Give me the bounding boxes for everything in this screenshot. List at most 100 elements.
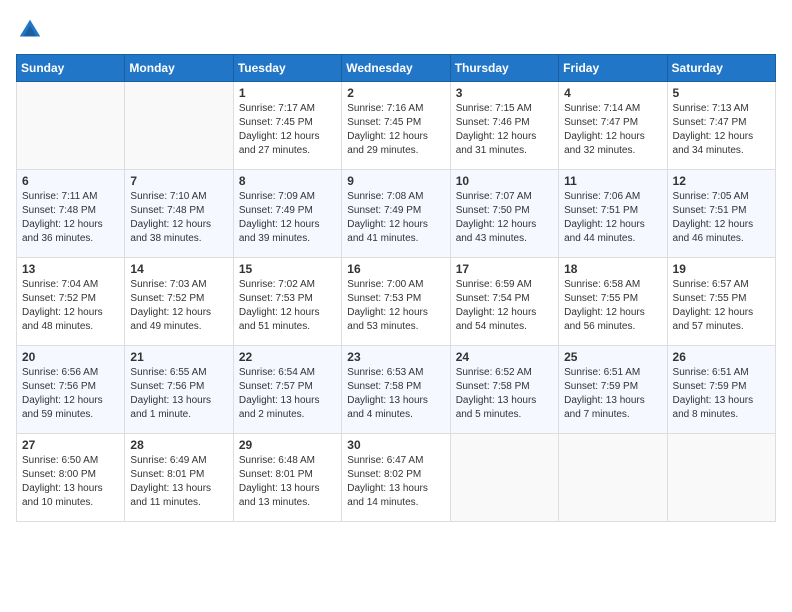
calendar-week-row: 20 Sunrise: 6:56 AM Sunset: 7:56 PM Dayli… (17, 346, 776, 434)
calendar-cell (450, 434, 558, 522)
day-info: Sunrise: 7:14 AM Sunset: 7:47 PM Dayligh… (564, 102, 661, 158)
calendar-week-row: 27 Sunrise: 6:50 AM Sunset: 8:00 PM Dayli… (17, 434, 776, 522)
day-number: 29 (239, 438, 336, 452)
calendar-week-row: 13 Sunrise: 7:04 AM Sunset: 7:52 PM Dayli… (17, 258, 776, 346)
day-info: Sunrise: 6:47 AM Sunset: 8:02 PM Dayligh… (347, 454, 444, 510)
day-info: Sunrise: 6:52 AM Sunset: 7:58 PM Dayligh… (456, 366, 553, 422)
calendar-week-row: 6 Sunrise: 7:11 AM Sunset: 7:48 PM Daylig… (17, 170, 776, 258)
weekday-header: Tuesday (233, 55, 341, 82)
day-number: 10 (456, 174, 553, 188)
day-number: 16 (347, 262, 444, 276)
calendar-cell: 18 Sunrise: 6:58 AM Sunset: 7:55 PM Dayli… (559, 258, 667, 346)
day-info: Sunrise: 6:59 AM Sunset: 7:54 PM Dayligh… (456, 278, 553, 334)
day-info: Sunrise: 6:55 AM Sunset: 7:56 PM Dayligh… (130, 366, 227, 422)
calendar-cell: 8 Sunrise: 7:09 AM Sunset: 7:49 PM Daylig… (233, 170, 341, 258)
calendar-cell: 21 Sunrise: 6:55 AM Sunset: 7:56 PM Dayli… (125, 346, 233, 434)
calendar-cell: 28 Sunrise: 6:49 AM Sunset: 8:01 PM Dayli… (125, 434, 233, 522)
day-number: 11 (564, 174, 661, 188)
calendar-cell: 29 Sunrise: 6:48 AM Sunset: 8:01 PM Dayli… (233, 434, 341, 522)
day-info: Sunrise: 6:54 AM Sunset: 7:57 PM Dayligh… (239, 366, 336, 422)
day-info: Sunrise: 6:48 AM Sunset: 8:01 PM Dayligh… (239, 454, 336, 510)
logo-icon (16, 16, 44, 44)
calendar-cell: 11 Sunrise: 7:06 AM Sunset: 7:51 PM Dayli… (559, 170, 667, 258)
day-number: 27 (22, 438, 119, 452)
calendar-cell: 26 Sunrise: 6:51 AM Sunset: 7:59 PM Dayli… (667, 346, 775, 434)
calendar-cell: 17 Sunrise: 6:59 AM Sunset: 7:54 PM Dayli… (450, 258, 558, 346)
day-number: 6 (22, 174, 119, 188)
calendar-cell: 2 Sunrise: 7:16 AM Sunset: 7:45 PM Daylig… (342, 82, 450, 170)
day-info: Sunrise: 7:13 AM Sunset: 7:47 PM Dayligh… (673, 102, 770, 158)
page-header (16, 16, 776, 44)
day-info: Sunrise: 6:58 AM Sunset: 7:55 PM Dayligh… (564, 278, 661, 334)
calendar-cell: 12Sunrise: 7:05 AM Sunset: 7:51 PM Dayli… (667, 170, 775, 258)
calendar-cell: 23 Sunrise: 6:53 AM Sunset: 7:58 PM Dayli… (342, 346, 450, 434)
day-info: Sunrise: 7:17 AM Sunset: 7:45 PM Dayligh… (239, 102, 336, 158)
day-info: Sunrise: 6:50 AM Sunset: 8:00 PM Dayligh… (22, 454, 119, 510)
day-info: Sunrise: 6:53 AM Sunset: 7:58 PM Dayligh… (347, 366, 444, 422)
weekday-header: Friday (559, 55, 667, 82)
day-number: 21 (130, 350, 227, 364)
day-info: Sunrise: 6:56 AM Sunset: 7:56 PM Dayligh… (22, 366, 119, 422)
day-number: 1 (239, 86, 336, 100)
day-info: Sunrise: 7:06 AM Sunset: 7:51 PM Dayligh… (564, 190, 661, 246)
day-number: 30 (347, 438, 444, 452)
day-info: Sunrise: 6:49 AM Sunset: 8:01 PM Dayligh… (130, 454, 227, 510)
day-number: 5 (673, 86, 770, 100)
day-number: 22 (239, 350, 336, 364)
calendar-cell: 4 Sunrise: 7:14 AM Sunset: 7:47 PM Daylig… (559, 82, 667, 170)
weekday-header: Thursday (450, 55, 558, 82)
day-number: 12 (673, 174, 770, 188)
calendar-cell: 3 Sunrise: 7:15 AM Sunset: 7:46 PM Daylig… (450, 82, 558, 170)
weekday-header: Saturday (667, 55, 775, 82)
day-info: Sunrise: 7:04 AM Sunset: 7:52 PM Dayligh… (22, 278, 119, 334)
calendar-cell: 24Sunrise: 6:52 AM Sunset: 7:58 PM Dayli… (450, 346, 558, 434)
calendar-table: SundayMondayTuesdayWednesdayThursdayFrid… (16, 54, 776, 522)
day-number: 28 (130, 438, 227, 452)
day-number: 17 (456, 262, 553, 276)
day-number: 19 (673, 262, 770, 276)
day-number: 15 (239, 262, 336, 276)
weekday-header: Wednesday (342, 55, 450, 82)
calendar-cell: 6 Sunrise: 7:11 AM Sunset: 7:48 PM Daylig… (17, 170, 125, 258)
day-info: Sunrise: 7:11 AM Sunset: 7:48 PM Dayligh… (22, 190, 119, 246)
day-info: Sunrise: 7:10 AM Sunset: 7:48 PM Dayligh… (130, 190, 227, 246)
day-info: Sunrise: 6:51 AM Sunset: 7:59 PM Dayligh… (673, 366, 770, 422)
calendar-cell (17, 82, 125, 170)
day-number: 23 (347, 350, 444, 364)
day-number: 7 (130, 174, 227, 188)
calendar-header-row: SundayMondayTuesdayWednesdayThursdayFrid… (17, 55, 776, 82)
day-number: 8 (239, 174, 336, 188)
day-info: Sunrise: 7:07 AM Sunset: 7:50 PM Dayligh… (456, 190, 553, 246)
calendar-cell (125, 82, 233, 170)
calendar-week-row: 1 Sunrise: 7:17 AM Sunset: 7:45 PM Daylig… (17, 82, 776, 170)
calendar-cell: 16Sunrise: 7:00 AM Sunset: 7:53 PM Dayli… (342, 258, 450, 346)
calendar-cell: 25Sunrise: 6:51 AM Sunset: 7:59 PM Dayli… (559, 346, 667, 434)
weekday-header: Monday (125, 55, 233, 82)
day-info: Sunrise: 7:03 AM Sunset: 7:52 PM Dayligh… (130, 278, 227, 334)
day-number: 4 (564, 86, 661, 100)
day-info: Sunrise: 7:15 AM Sunset: 7:46 PM Dayligh… (456, 102, 553, 158)
calendar-cell: 14 Sunrise: 7:03 AM Sunset: 7:52 PM Dayli… (125, 258, 233, 346)
day-number: 9 (347, 174, 444, 188)
calendar-cell: 1 Sunrise: 7:17 AM Sunset: 7:45 PM Daylig… (233, 82, 341, 170)
day-number: 14 (130, 262, 227, 276)
calendar-cell: 10 Sunrise: 7:07 AM Sunset: 7:50 PM Dayli… (450, 170, 558, 258)
calendar-cell: 15 Sunrise: 7:02 AM Sunset: 7:53 PM Dayli… (233, 258, 341, 346)
day-number: 20 (22, 350, 119, 364)
logo (16, 16, 48, 44)
day-info: Sunrise: 7:09 AM Sunset: 7:49 PM Dayligh… (239, 190, 336, 246)
day-number: 25 (564, 350, 661, 364)
day-number: 3 (456, 86, 553, 100)
day-number: 26 (673, 350, 770, 364)
day-info: Sunrise: 7:02 AM Sunset: 7:53 PM Dayligh… (239, 278, 336, 334)
calendar-cell (559, 434, 667, 522)
day-info: Sunrise: 7:08 AM Sunset: 7:49 PM Dayligh… (347, 190, 444, 246)
day-number: 13 (22, 262, 119, 276)
calendar-cell: 19Sunrise: 6:57 AM Sunset: 7:55 PM Dayli… (667, 258, 775, 346)
day-number: 2 (347, 86, 444, 100)
calendar-cell: 27 Sunrise: 6:50 AM Sunset: 8:00 PM Dayli… (17, 434, 125, 522)
day-info: Sunrise: 7:16 AM Sunset: 7:45 PM Dayligh… (347, 102, 444, 158)
calendar-cell: 22 Sunrise: 6:54 AM Sunset: 7:57 PM Dayli… (233, 346, 341, 434)
day-number: 18 (564, 262, 661, 276)
calendar-cell: 9 Sunrise: 7:08 AM Sunset: 7:49 PM Daylig… (342, 170, 450, 258)
